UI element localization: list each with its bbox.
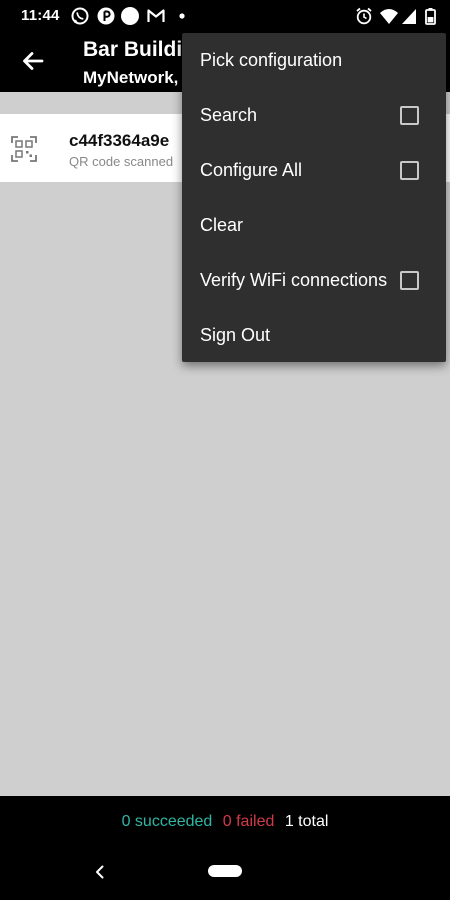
status-time: 11:44 [21, 7, 60, 24]
page-subtitle: MyNetwork, [83, 68, 179, 87]
status-bar: 11:44 [0, 0, 450, 32]
succeeded-count: 0 succeeded [121, 813, 213, 830]
menu-item-label: Configure All [200, 160, 303, 180]
menu-item-sign-out[interactable]: Sign Out [182, 308, 446, 362]
list-item-title: c44f3364a9e [69, 131, 170, 150]
wifi-icon [380, 9, 398, 24]
back-arrow-icon[interactable] [18, 46, 48, 76]
search-checkbox[interactable] [400, 106, 419, 125]
gmail-icon [147, 9, 165, 22]
list-item-subtitle: QR code scanned [69, 154, 174, 169]
menu-item-search[interactable]: Search [182, 88, 446, 143]
menu-item-pick-configuration[interactable]: Pick configuration [182, 33, 446, 88]
battery-icon [425, 8, 436, 25]
menu-item-verify-wifi[interactable]: Verify WiFi connections [182, 253, 446, 308]
menu-item-label: Search [200, 105, 258, 125]
dot-icon [179, 13, 185, 19]
total-count: 1 total [284, 813, 329, 830]
nav-home-pill[interactable] [208, 865, 242, 877]
menu-item-label: Clear [200, 215, 244, 235]
qr-code-icon [11, 136, 37, 162]
nav-back-icon[interactable] [92, 864, 108, 880]
overflow-menu: Pick configuration Search Configure All … [182, 33, 446, 362]
page-title: Bar Buildi [83, 38, 183, 61]
verify-wifi-checkbox[interactable] [400, 271, 419, 290]
menu-item-configure-all[interactable]: Configure All [182, 143, 446, 198]
whatsapp-icon [71, 7, 89, 25]
circle-icon [121, 7, 139, 25]
configure-all-checkbox[interactable] [400, 161, 419, 180]
cellular-icon [402, 9, 416, 24]
menu-item-label: Verify WiFi connections [200, 270, 388, 290]
menu-item-label: Sign Out [200, 325, 271, 345]
footer: 0 succeeded 0 failed 1 total [0, 796, 450, 900]
failed-count: 0 failed [222, 813, 275, 830]
alarm-icon [356, 7, 372, 25]
menu-item-label: Pick configuration [200, 50, 343, 70]
menu-item-clear[interactable]: Clear [182, 198, 446, 253]
status-summary: 0 succeeded 0 failed 1 total [0, 813, 450, 831]
pinterest-icon [97, 7, 115, 25]
